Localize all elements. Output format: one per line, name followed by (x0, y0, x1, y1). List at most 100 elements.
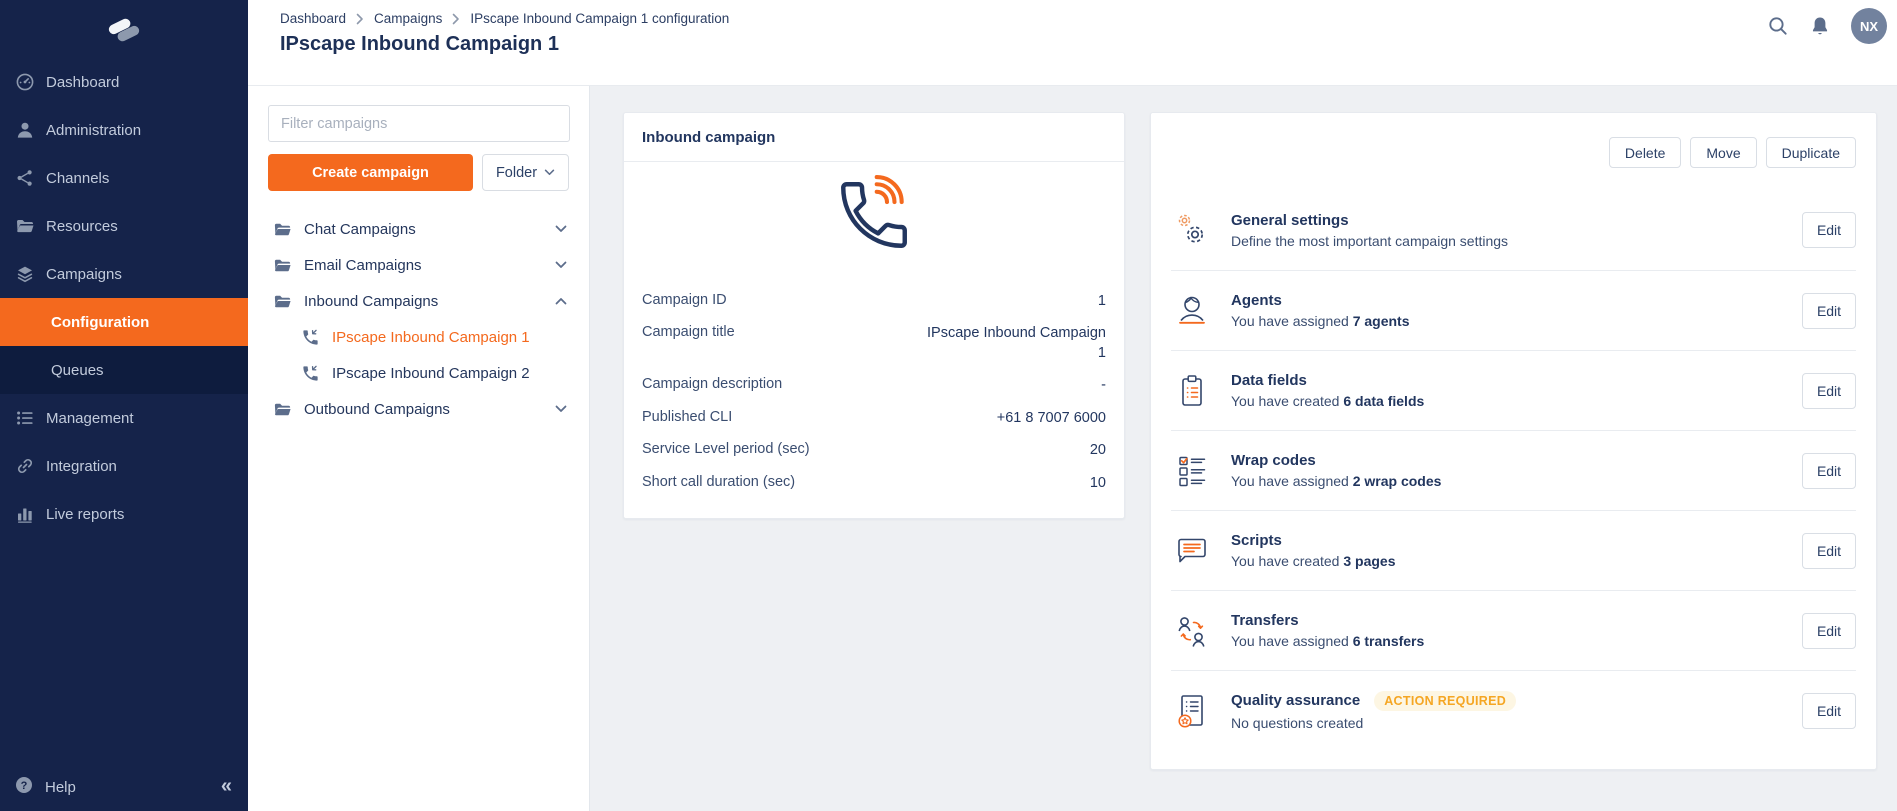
settings-row-description: You have assigned 2 wrap codes (1231, 473, 1784, 489)
action-required-badge: ACTION REQUIRED (1374, 691, 1516, 711)
settings-row-agents: Agents You have assigned 7 agents Edit (1171, 270, 1856, 350)
campaign-settings-card: Delete Move Duplicate General (1150, 112, 1877, 770)
edit-agents-button[interactable]: Edit (1802, 293, 1856, 329)
edit-wrap-codes-button[interactable]: Edit (1802, 453, 1856, 489)
sidebar-item-label: Channels (46, 170, 109, 187)
svg-text:?: ? (21, 780, 28, 792)
bell-icon[interactable] (1809, 15, 1831, 37)
sidebar-item-help[interactable]: ? Help (0, 763, 248, 811)
settings-row-description: No questions created (1231, 715, 1784, 731)
chevron-right-icon (452, 13, 460, 25)
detail-value: +61 8 7007 6000 (997, 409, 1106, 429)
inbound-call-icon (624, 174, 1124, 261)
campaign-browser-panel: Create campaign Folder Chat Campaigns Em… (248, 86, 590, 811)
filter-campaigns-input[interactable] (268, 105, 570, 142)
settings-row-description: You have assigned 6 transfers (1231, 633, 1784, 649)
sidebar-item-label: Resources (46, 218, 118, 235)
detail-label: Campaign description (642, 376, 782, 392)
main-content: Inbound campaign Campaign ID 1 Campaign … (590, 86, 1897, 811)
settings-row-quality-assurance: Quality assurance ACTION REQUIRED No que… (1171, 670, 1856, 750)
person-icon (14, 120, 35, 141)
folder-dropdown-button[interactable]: Folder (482, 154, 569, 191)
settings-row-title: Scripts (1231, 532, 1282, 549)
search-icon[interactable] (1767, 15, 1789, 37)
delete-button[interactable]: Delete (1609, 137, 1681, 168)
tree-folder-email-campaigns[interactable]: Email Campaigns (248, 247, 589, 283)
edit-scripts-button[interactable]: Edit (1802, 533, 1856, 569)
edit-general-settings-button[interactable]: Edit (1802, 212, 1856, 248)
edit-transfers-button[interactable]: Edit (1802, 613, 1856, 649)
detail-row-service-level: Service Level period (sec) 20 (642, 435, 1106, 468)
chevron-down-icon[interactable] (555, 225, 567, 233)
sidebar-item-queues[interactable]: Queues (0, 346, 248, 394)
chevron-down-icon[interactable] (555, 405, 567, 413)
agent-icon (1171, 290, 1213, 332)
link-icon (14, 456, 35, 477)
create-campaign-button[interactable]: Create campaign (268, 154, 473, 191)
settings-row-description: You have assigned 7 agents (1231, 313, 1784, 329)
chevron-down-icon[interactable] (555, 261, 567, 269)
move-button[interactable]: Move (1690, 137, 1756, 168)
detail-label: Campaign ID (642, 292, 727, 308)
tree-campaign-label: IPscape Inbound Campaign 2 (332, 365, 530, 382)
network-icon (14, 168, 35, 189)
avatar[interactable]: NX (1851, 8, 1887, 44)
list-icon (14, 408, 35, 429)
settings-row-title: General settings (1231, 212, 1349, 229)
detail-row-campaign-title: Campaign title IPscape Inbound Campaign … (642, 318, 1106, 370)
edit-quality-assurance-button[interactable]: Edit (1802, 693, 1856, 729)
collapse-sidebar-icon[interactable]: « (221, 775, 232, 798)
chevron-down-icon (544, 169, 555, 176)
sidebar-item-label: Administration (46, 122, 141, 139)
detail-value: 10 (1090, 474, 1106, 494)
detail-label: Service Level period (sec) (642, 441, 810, 457)
settings-row-scripts: Scripts You have created 3 pages Edit (1171, 510, 1856, 590)
breadcrumb-dashboard[interactable]: Dashboard (280, 11, 346, 26)
tree-folder-chat-campaigns[interactable]: Chat Campaigns (248, 211, 589, 247)
sidebar-item-label: Queues (51, 362, 104, 379)
settings-row-description: Define the most important campaign setti… (1231, 233, 1784, 249)
detail-row-campaign-description: Campaign description - (642, 370, 1106, 403)
detail-label: Short call duration (sec) (642, 474, 795, 490)
sidebar-item-configuration[interactable]: Configuration (0, 298, 248, 346)
sidebar-item-integration[interactable]: Integration (0, 442, 248, 490)
detail-label: Campaign title (642, 324, 735, 340)
folder-icon (272, 255, 292, 275)
breadcrumb-current: IPscape Inbound Campaign 1 configuration (470, 11, 729, 26)
duplicate-button[interactable]: Duplicate (1766, 137, 1856, 168)
sidebar-item-campaigns[interactable]: Campaigns (0, 250, 248, 298)
sidebar-item-resources[interactable]: Resources (0, 202, 248, 250)
tree-folder-outbound-campaigns[interactable]: Outbound Campaigns (248, 391, 589, 427)
sidebar-item-management[interactable]: Management (0, 394, 248, 442)
sidebar-nav: Dashboard Administration Channels Resour… (0, 58, 248, 538)
detail-value: - (1101, 376, 1106, 396)
tree-item-ipscape-inbound-campaign-1[interactable]: IPscape Inbound Campaign 1 (248, 319, 589, 355)
tree-folder-label: Chat Campaigns (304, 221, 416, 238)
tree-folder-label: Email Campaigns (304, 257, 422, 274)
sidebar-item-label: Live reports (46, 506, 124, 523)
edit-data-fields-button[interactable]: Edit (1802, 373, 1856, 409)
ipscape-logo[interactable] (0, 0, 248, 52)
tree-folder-label: Outbound Campaigns (304, 401, 450, 418)
checklist-icon (1171, 450, 1213, 492)
sidebar-item-label: Configuration (51, 314, 149, 331)
tree-folder-inbound-campaigns[interactable]: Inbound Campaigns (248, 283, 589, 319)
qa-star-icon (1171, 690, 1213, 732)
sidebar-item-administration[interactable]: Administration (0, 106, 248, 154)
campaign-card-header: Inbound campaign (624, 113, 1124, 162)
breadcrumb-campaigns[interactable]: Campaigns (374, 11, 442, 26)
settings-row-title: Data fields (1231, 372, 1307, 389)
sidebar-item-channels[interactable]: Channels (0, 154, 248, 202)
campaign-summary-card: Inbound campaign Campaign ID 1 Campaign … (623, 112, 1125, 519)
sidebar-item-dashboard[interactable]: Dashboard (0, 58, 248, 106)
topbar: Dashboard Campaigns IPscape Inbound Camp… (248, 0, 1897, 86)
tree-item-ipscape-inbound-campaign-2[interactable]: IPscape Inbound Campaign 2 (248, 355, 589, 391)
chevron-up-icon[interactable] (555, 297, 567, 305)
sidebar-item-live-reports[interactable]: Live reports (0, 490, 248, 538)
layers-icon (14, 264, 35, 285)
settings-row-title: Quality assurance (1231, 692, 1360, 709)
detail-row-short-call: Short call duration (sec) 10 (642, 467, 1106, 500)
folder-icon (272, 291, 292, 311)
chevron-right-icon (356, 13, 364, 25)
folder-icon (272, 399, 292, 419)
